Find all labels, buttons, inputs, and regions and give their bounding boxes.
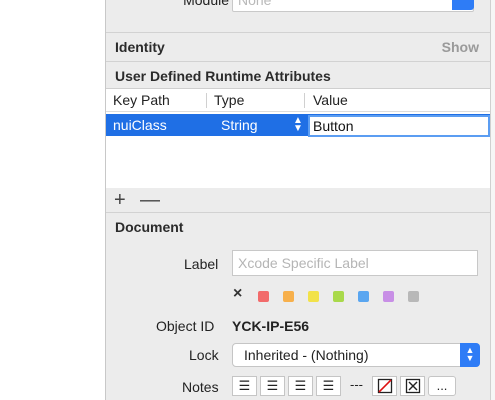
- type-cell[interactable]: String: [221, 117, 258, 133]
- value-edit-field[interactable]: Button: [308, 115, 490, 137]
- module-placeholder: None: [238, 0, 272, 8]
- label-text-field[interactable]: Xcode Specific Label: [232, 250, 478, 276]
- attributes-inspector: Module None Identity Show User Defined R…: [105, 0, 491, 400]
- add-attribute-button[interactable]: +: [114, 188, 126, 212]
- identity-header: Identity Show: [106, 32, 491, 59]
- document-title: Document: [115, 219, 184, 235]
- label-color-green[interactable]: [333, 291, 344, 302]
- column-divider: [206, 93, 207, 108]
- identity-show-button[interactable]: Show: [442, 39, 479, 55]
- more-options-button[interactable]: ...: [428, 376, 456, 396]
- label-field-label: Label: [184, 256, 219, 272]
- label-color-purple[interactable]: [383, 291, 394, 302]
- runtime-attributes-header: User Defined Runtime Attributes: [106, 61, 491, 88]
- lock-popup-value: Inherited - (Nothing): [244, 347, 369, 363]
- table-header: Key Path Type Value: [106, 89, 490, 112]
- no-border-icon[interactable]: [372, 376, 397, 396]
- column-divider: [304, 93, 305, 108]
- runtime-attributes-table: Key Path Type Value nuiClass String ▲ ▼ B…: [106, 88, 490, 190]
- clear-label-color-button[interactable]: ×: [233, 285, 242, 303]
- checkbox-cross-icon[interactable]: [400, 376, 425, 396]
- table-row[interactable]: nuiClass String ▲ ▼ Button: [106, 114, 490, 137]
- add-remove-bar: + —: [106, 188, 490, 212]
- align-justify-icon[interactable]: ☰: [316, 376, 341, 396]
- notes-label: Notes: [182, 379, 219, 395]
- separator-button[interactable]: ---: [344, 376, 369, 396]
- identity-title: Identity: [115, 39, 165, 55]
- value-text: Button: [313, 118, 354, 134]
- label-color-blue[interactable]: [358, 291, 369, 302]
- right-scroll-edge: [490, 0, 495, 400]
- module-row: Module None: [106, 0, 491, 14]
- align-left-icon[interactable]: ☰: [232, 376, 257, 396]
- label-color-gray[interactable]: [408, 291, 419, 302]
- label-color-orange[interactable]: [283, 291, 294, 302]
- object-id-label: Object ID: [156, 318, 215, 334]
- column-header-key-path[interactable]: Key Path: [113, 92, 170, 108]
- key-path-cell[interactable]: nuiClass: [113, 117, 167, 133]
- remove-attribute-button[interactable]: —: [140, 188, 160, 212]
- module-label: Module: [183, 0, 229, 8]
- document-header: Document: [106, 212, 491, 239]
- object-id-value: YCK-IP-E56: [232, 318, 310, 334]
- label-color-yellow[interactable]: [308, 291, 319, 302]
- lock-popup[interactable]: Inherited - (Nothing) ▲ ▼: [232, 343, 480, 367]
- runtime-attributes-title: User Defined Runtime Attributes: [115, 68, 331, 84]
- module-dropdown-button[interactable]: [452, 0, 474, 10]
- label-placeholder: Xcode Specific Label: [238, 255, 369, 271]
- module-field[interactable]: None: [232, 0, 474, 12]
- column-header-type[interactable]: Type: [214, 92, 244, 108]
- label-color-red[interactable]: [258, 291, 269, 302]
- type-stepper-icon[interactable]: ▲ ▼: [293, 116, 303, 134]
- notes-toolbar: ☰ ☰ ☰ ☰ --- ...: [232, 376, 478, 398]
- lock-label: Lock: [189, 347, 219, 363]
- popup-arrows-icon: ▲ ▼: [460, 343, 480, 367]
- align-right-icon[interactable]: ☰: [288, 376, 313, 396]
- column-header-value[interactable]: Value: [313, 92, 348, 108]
- align-center-icon[interactable]: ☰: [260, 376, 285, 396]
